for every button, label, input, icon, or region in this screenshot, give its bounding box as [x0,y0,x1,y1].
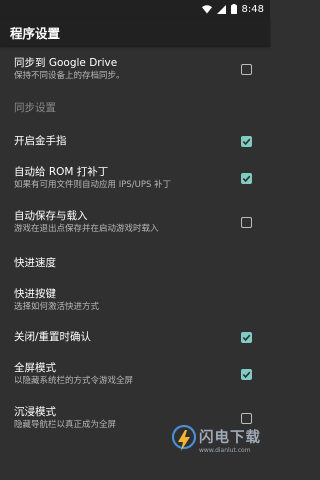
check-icon [242,371,251,378]
pref-title: 快进按键 [14,288,56,300]
pref-title: 快进速度 [14,257,56,269]
pref-fullscreen[interactable]: 全屏模式 以隐藏系统栏的方式令游戏全屏 [0,358,270,390]
pref-title: 开启金手指 [14,135,67,147]
check-icon [242,175,251,182]
checkbox-checked[interactable] [241,172,252,184]
pref-fast-forward-speed[interactable]: 快进速度 [0,251,270,275]
pref-title: 全屏模式 [14,362,56,374]
pref-google-drive-sync[interactable]: 同步到 Google Drive 保持不同设备上的存档同步。 [0,54,270,84]
check-icon [242,334,251,341]
pref-title: 同步到 Google Drive [14,57,118,69]
status-bar: 8:48 [0,0,270,18]
pref-title: 自动保存与载入 [14,210,88,222]
wifi-icon [201,4,212,14]
watermark-url: www.dianlut.com [199,446,251,454]
pref-summary: 保持不同设备上的存档同步。 [14,71,125,81]
pref-title: 同步设置 [14,102,56,114]
pref-title: 自动给 ROM 打补丁 [14,166,109,178]
pref-fast-forward-key[interactable]: 快进按键 选择如何激活快进方式 [0,284,270,316]
lightning-logo-icon [171,424,197,459]
check-icon [242,138,251,145]
checkbox-unchecked[interactable] [241,412,252,424]
pref-cheats[interactable]: 开启金手指 [0,129,270,153]
pref-title: 关闭/重置时确认 [14,331,92,343]
pref-title: 沉浸模式 [14,406,56,418]
pref-confirm-close-reset[interactable]: 关闭/重置时确认 [0,325,270,349]
pref-auto-save-load[interactable]: 自动保存与载入 游戏在退出点保存并在启动游戏时载入 [0,206,270,238]
signal-icon [216,4,226,14]
battery-icon [230,4,237,14]
checkbox-checked[interactable] [241,331,252,343]
watermark: 闪电下载 www.dianlut.com [171,424,267,460]
checkbox-unchecked[interactable] [241,216,252,228]
pref-rom-patch[interactable]: 自动给 ROM 打补丁 如果有可用文件则自动应用 IPS/UPS 补丁 [0,162,270,194]
pref-summary: 选择如何激活快进方式 [14,302,100,312]
pref-sync-settings: 同步设置 [0,96,270,120]
page-title: 程序设置 [10,25,61,41]
pref-summary: 游戏在退出点保存并在启动游戏时载入 [14,224,159,234]
checkbox-unchecked[interactable] [241,63,252,75]
checkbox-checked[interactable] [241,368,252,380]
checkbox-checked[interactable] [241,135,252,147]
status-time: 8:48 [241,3,264,15]
app-bar: 程序设置 [0,18,270,46]
pref-summary: 以隐藏系统栏的方式令游戏全屏 [14,376,134,386]
pref-summary: 如果有可用文件则自动应用 IPS/UPS 补丁 [14,180,172,190]
watermark-title: 闪电下载 [199,429,261,446]
